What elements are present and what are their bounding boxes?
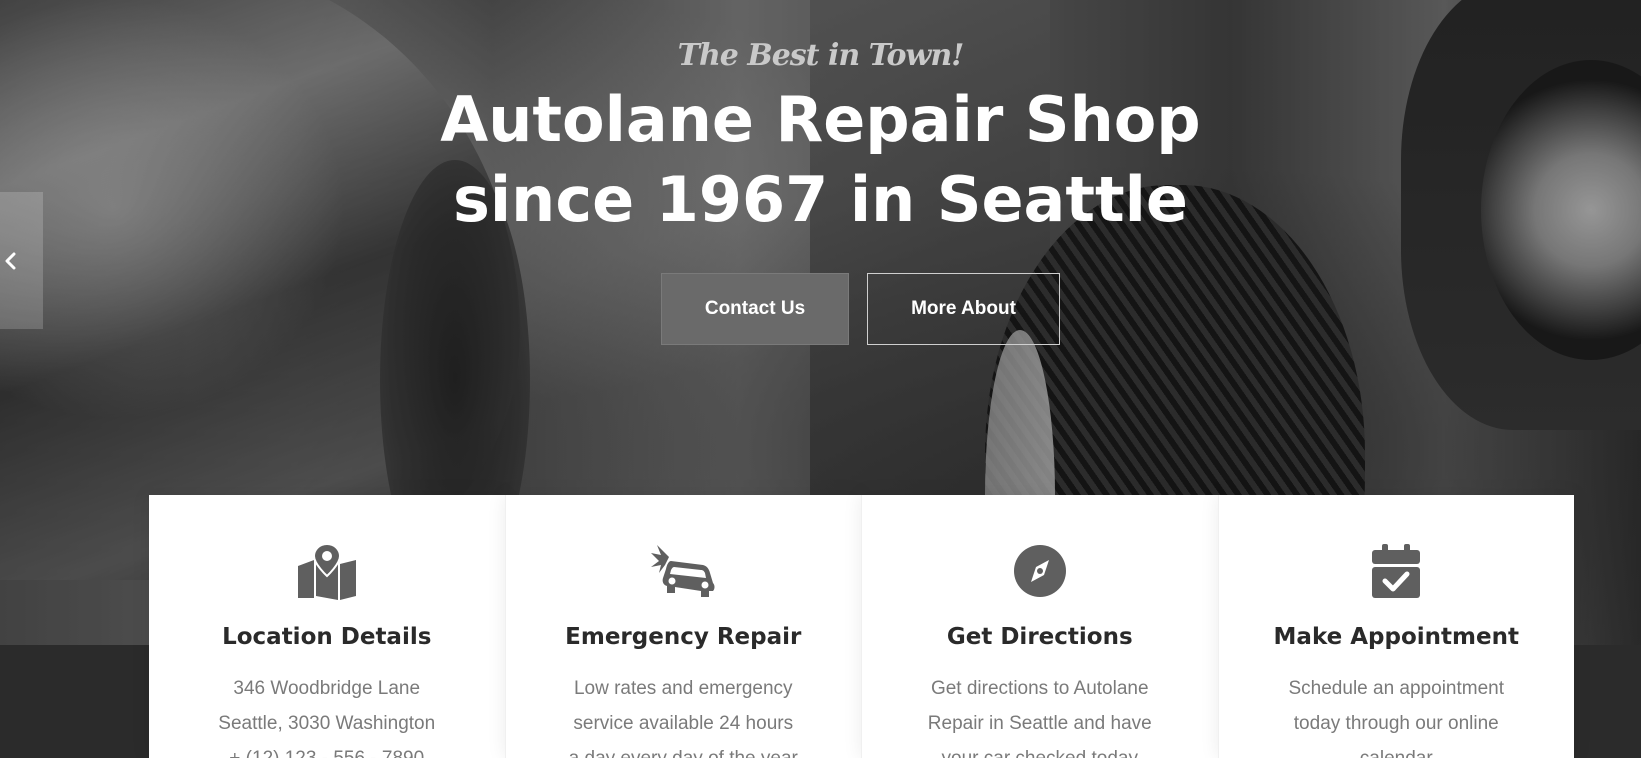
- hero-title-line-2: since 1967 in Seattle: [453, 163, 1188, 236]
- feature-title: Emergency Repair: [565, 624, 802, 650]
- feature-title: Location Details: [222, 624, 432, 650]
- compass-icon: [1005, 541, 1075, 601]
- feature-card-location: Location Details 346 Woodbridge Lane Sea…: [149, 495, 505, 758]
- hero-tagline: The Best in Town!: [677, 38, 965, 73]
- feature-card-appointment: Make Appointment Schedule an appointment…: [1217, 495, 1574, 758]
- feature-description: 346 Woodbridge Lane Seattle, 3030 Washin…: [189, 671, 465, 758]
- slider-prev-button[interactable]: [0, 192, 43, 329]
- car-crash-icon: [648, 541, 718, 601]
- feature-line: today through our online: [1293, 713, 1499, 734]
- feature-line: Schedule an appointment: [1288, 678, 1505, 699]
- feature-line: Low rates and emergency: [573, 678, 793, 699]
- feature-cards: Location Details 346 Woodbridge Lane Sea…: [149, 495, 1574, 758]
- feature-line: + (12) 123 - 556 - 7890: [189, 741, 465, 758]
- feature-line: Get directions to Autolane: [930, 678, 1149, 699]
- feature-line: service available 24 hours: [573, 713, 794, 734]
- feature-line: Repair in Seattle and have: [927, 713, 1152, 734]
- feature-card-emergency: Emergency Repair Low rates and emergency…: [504, 495, 861, 758]
- feature-line: Seattle, 3030 Washington: [218, 713, 436, 734]
- feature-line: your car checked today: [902, 741, 1178, 758]
- feature-line: calendar: [1259, 741, 1535, 758]
- hero-title-line-1: Autolane Repair Shop: [440, 83, 1201, 156]
- feature-card-directions: Get Directions Get directions to Autolan…: [861, 495, 1218, 758]
- feature-description: Schedule an appointment today through ou…: [1259, 671, 1535, 758]
- feature-title: Get Directions: [946, 624, 1133, 650]
- page: The Best in Town! Autolane Repair Shop s…: [0, 0, 1641, 758]
- feature-description: Get directions to Autolane Repair in Sea…: [902, 671, 1178, 758]
- map-location-icon: [292, 541, 362, 601]
- more-about-button[interactable]: More About: [867, 273, 1060, 345]
- feature-line: 346 Woodbridge Lane: [233, 678, 421, 699]
- contact-us-button[interactable]: Contact Us: [661, 273, 849, 345]
- feature-title: Make Appointment: [1273, 624, 1519, 650]
- hero-title: Autolane Repair Shop since 1967 in Seatt…: [0, 80, 1641, 240]
- chevron-left-icon: [5, 252, 16, 269]
- feature-description: Low rates and emergency service availabl…: [546, 671, 822, 758]
- calendar-check-icon: [1361, 541, 1431, 601]
- feature-line: a day every day of the year: [546, 741, 822, 758]
